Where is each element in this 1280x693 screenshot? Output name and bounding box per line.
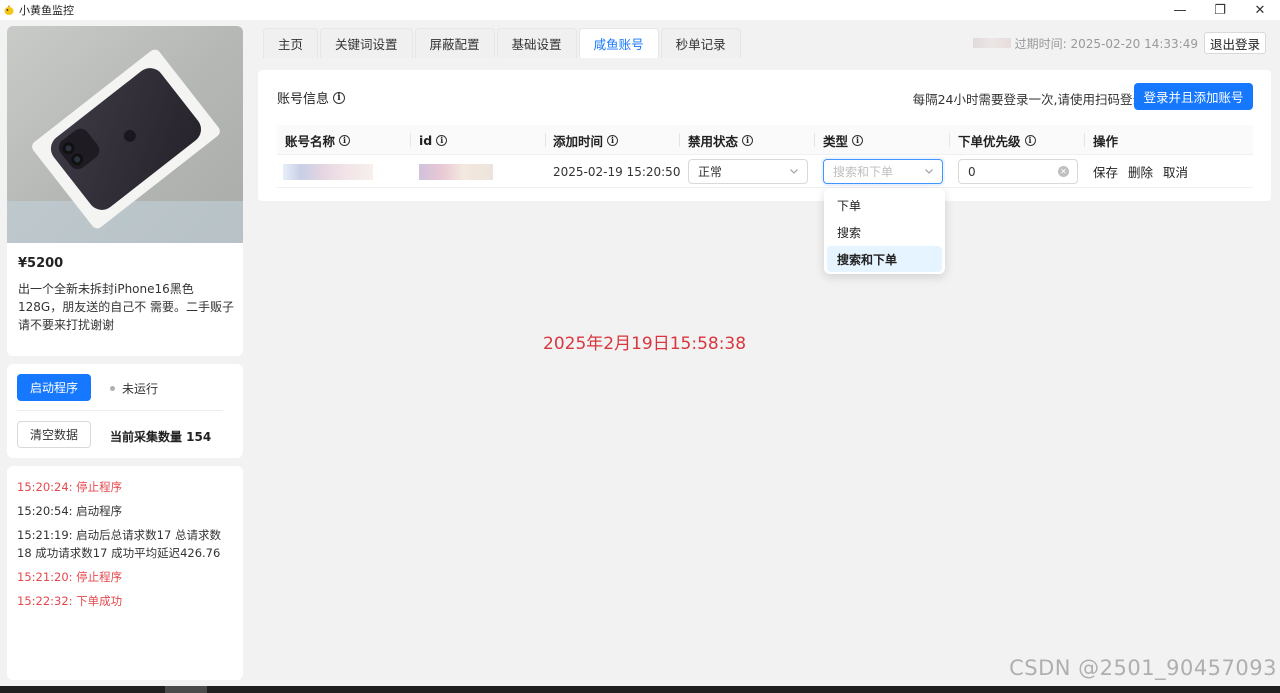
fish-app-icon: [4, 4, 14, 15]
login-add-account-button[interactable]: 登录并且添加账号: [1134, 83, 1253, 110]
product-description: 出一个全新未拆封iPhone16黑色128G，朋友送的自己不 需要。二手贩子请不…: [18, 282, 235, 332]
log-line: 15:20:24: 停止程序: [17, 480, 123, 494]
info-icon[interactable]: i: [852, 134, 864, 146]
added-time-cell: 2025-02-19 15:20:50: [553, 164, 681, 179]
clear-data-button[interactable]: 清空数据: [17, 421, 91, 448]
priority-value: 0: [968, 164, 976, 179]
column-header-status: 禁用状态 i: [688, 125, 754, 155]
dropdown-option-search-and-order[interactable]: 搜索和下单: [827, 246, 942, 272]
log-line: 15:21:20: 停止程序: [17, 570, 123, 584]
info-icon[interactable]: i: [339, 134, 351, 146]
save-button[interactable]: 保存: [1093, 162, 1118, 181]
restore-button[interactable]: ❐: [1200, 0, 1240, 20]
dropdown-option-order[interactable]: 下单: [827, 192, 942, 218]
start-program-button[interactable]: 启动程序: [17, 374, 91, 401]
app-title: 小黄鱼监控: [19, 4, 74, 17]
column-header-account-name: 账号名称 i: [285, 125, 351, 155]
column-divider: [949, 133, 950, 147]
chevron-down-icon: [925, 169, 933, 174]
chevron-down-icon: [790, 169, 798, 174]
dropdown-option-search[interactable]: 搜索: [827, 219, 942, 245]
panel-title-text: 账号信息: [277, 92, 330, 107]
product-card[interactable]: ¥5200 出一个全新未拆封iPhone16黑色128G，朋友送的自己不 需要。…: [7, 26, 243, 356]
close-button[interactable]: ✕: [1240, 0, 1280, 20]
info-icon[interactable]: i: [1024, 134, 1036, 146]
table-row: 2025-02-19 15:20:50 正常 搜索和下单 0 ✕ 保存 删除 取…: [277, 155, 1253, 188]
column-divider: [410, 133, 411, 147]
table-header: 账号名称 i id i 添加时间 i 禁用状态 i 类型 i 下单优先级 i 操作: [277, 125, 1253, 155]
status-cell: 正常: [688, 155, 808, 188]
taskbar: [0, 686, 1280, 693]
window-controls: — ❐ ✕: [1160, 0, 1280, 20]
collect-count: 当前采集数量 154: [110, 430, 212, 444]
tab-order-records[interactable]: 秒单记录: [660, 28, 741, 58]
clear-icon[interactable]: ✕: [1058, 166, 1069, 177]
account-header: 过期时间: 2025-02-20 14:33:49 退出登录: [972, 32, 1266, 54]
column-divider: [814, 133, 815, 147]
account-panel: 账号信息 i 每隔24小时需要登录一次,请使用扫码登录 登录并且添加账号 账号名…: [258, 70, 1271, 201]
tab-basic-settings[interactable]: 基础设置: [496, 28, 577, 58]
column-header-added-time: 添加时间 i: [553, 125, 619, 155]
watermark: CSDN @2501_90457093: [1009, 656, 1277, 680]
cancel-button[interactable]: 取消: [1163, 162, 1188, 181]
log-panel[interactable]: 15:20:24: 停止程序 15:20:54: 启动程序 15:21:19: …: [7, 466, 243, 680]
expire-time: 过期时间: 2025-02-20 14:33:49: [1014, 36, 1198, 51]
type-cell: 搜索和下单: [823, 155, 943, 188]
column-header-priority: 下单优先级 i: [958, 125, 1036, 155]
priority-input[interactable]: 0 ✕: [958, 159, 1078, 184]
column-header-actions: 操作: [1093, 133, 1119, 149]
log-line: 15:22:32: 下单成功: [17, 594, 123, 608]
blurred-account-name: [283, 163, 373, 180]
blurred-account-id: [419, 163, 493, 180]
info-icon[interactable]: i: [333, 91, 346, 104]
info-icon[interactable]: i: [742, 134, 754, 146]
product-price: ¥5200: [18, 256, 64, 271]
status-select-value: 正常: [698, 165, 723, 179]
type-select[interactable]: 搜索和下单: [823, 159, 943, 184]
column-divider: [1084, 133, 1085, 147]
type-select-placeholder: 搜索和下单: [833, 165, 894, 179]
log-line: 15:20:54: 启动程序: [17, 504, 123, 518]
delete-button[interactable]: 删除: [1128, 162, 1153, 181]
blurred-username: [972, 38, 1011, 48]
column-header-id: id i: [419, 125, 448, 155]
tab-xianyu-account[interactable]: 咸鱼账号: [578, 28, 659, 58]
tab-home[interactable]: 主页: [263, 28, 319, 58]
account-name-cell: [283, 155, 373, 188]
status-dot-icon: [110, 386, 115, 391]
actions-cell: 保存 删除 取消: [1093, 155, 1198, 188]
info-icon[interactable]: i: [436, 134, 448, 146]
control-card: 启动程序 未运行 清空数据 当前采集数量 154: [7, 364, 243, 458]
taskbar-item[interactable]: [165, 686, 207, 693]
log-line: 15:21:19: 启动后总请求数17 总请求数18 成功请求数17 成功平均延…: [17, 528, 221, 560]
logout-button[interactable]: 退出登录: [1203, 32, 1266, 54]
id-cell: [419, 155, 493, 188]
column-divider: [679, 133, 680, 147]
login-hint: 每隔24小时需要登录一次,请使用扫码登录: [912, 92, 1145, 107]
title-bar: 小黄鱼监控 — ❐ ✕: [0, 0, 1280, 20]
main-content: 主页 关键词设置 屏蔽配置 基础设置 咸鱼账号 秒单记录 过期时间: 2025-…: [250, 20, 1280, 686]
minimize-button[interactable]: —: [1160, 0, 1200, 20]
priority-cell: 0 ✕: [958, 155, 1078, 188]
column-divider: [545, 133, 546, 147]
divider: [17, 410, 223, 411]
tab-keywords[interactable]: 关键词设置: [320, 28, 413, 58]
product-image: [7, 26, 243, 243]
panel-title: 账号信息 i: [277, 88, 346, 107]
current-time-display: 2025年2月19日15:58:38: [543, 334, 747, 354]
column-header-type: 类型 i: [823, 125, 864, 155]
tab-block-config[interactable]: 屏蔽配置: [414, 28, 495, 58]
sidebar: ¥5200 出一个全新未拆封iPhone16黑色128G，朋友送的自己不 需要。…: [0, 20, 250, 686]
type-dropdown-menu: 下单 搜索 搜索和下单: [824, 188, 945, 274]
tab-bar: 主页 关键词设置 屏蔽配置 基础设置 咸鱼账号 秒单记录: [263, 28, 743, 58]
run-status: 未运行: [110, 380, 158, 397]
info-icon[interactable]: i: [607, 134, 619, 146]
status-select[interactable]: 正常: [688, 159, 808, 184]
run-status-text: 未运行: [122, 382, 159, 396]
